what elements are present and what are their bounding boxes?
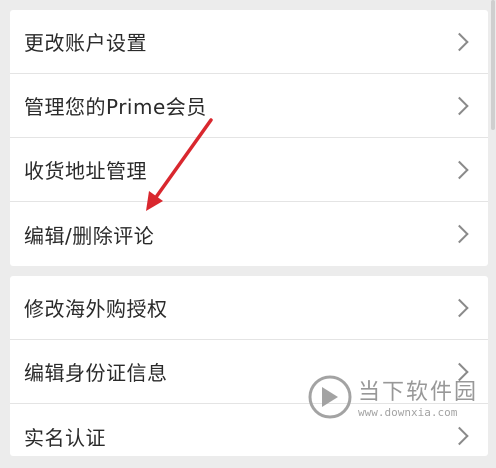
menu-item-label: 修改海外购授权 — [24, 297, 168, 321]
downxia-logo-icon — [308, 375, 352, 418]
watermark: 当下软件园 www.downxia.com — [308, 374, 478, 419]
menu-item-edit-delete-reviews[interactable]: 编辑/删除评论 — [10, 202, 488, 266]
chevron-right-icon — [450, 96, 469, 115]
overseas-settings-group: 修改海外购授权 编辑身份证信息 实名认证 — [10, 276, 488, 456]
menu-item-address-management[interactable]: 收货地址管理 — [10, 138, 488, 202]
watermark-name: 当下软件园 — [357, 380, 478, 405]
chevron-right-icon — [450, 224, 469, 244]
menu-item-label: 更改账户设置 — [24, 31, 147, 55]
menu-item-label: 实名认证 — [24, 425, 106, 450]
scrollbar[interactable] — [491, 0, 495, 130]
menu-item-label: 管理您的Prime会员 — [24, 95, 207, 119]
account-settings-group: 更改账户设置 管理您的Prime会员 收货地址管理 编辑/删除评论 — [10, 10, 488, 266]
chevron-right-icon — [450, 426, 469, 446]
watermark-url: www.downxia.com — [357, 406, 458, 419]
chevron-right-icon — [450, 32, 469, 51]
chevron-right-icon — [450, 160, 469, 179]
menu-item-label: 编辑身份证信息 — [24, 361, 168, 385]
menu-item-label: 收货地址管理 — [24, 159, 147, 183]
menu-item-change-account-settings[interactable]: 更改账户设置 — [10, 10, 488, 74]
chevron-right-icon — [450, 298, 469, 317]
menu-item-overseas-authorization[interactable]: 修改海外购授权 — [10, 276, 488, 340]
menu-item-label: 编辑/删除评论 — [24, 223, 155, 248]
menu-item-manage-prime[interactable]: 管理您的Prime会员 — [10, 74, 488, 138]
